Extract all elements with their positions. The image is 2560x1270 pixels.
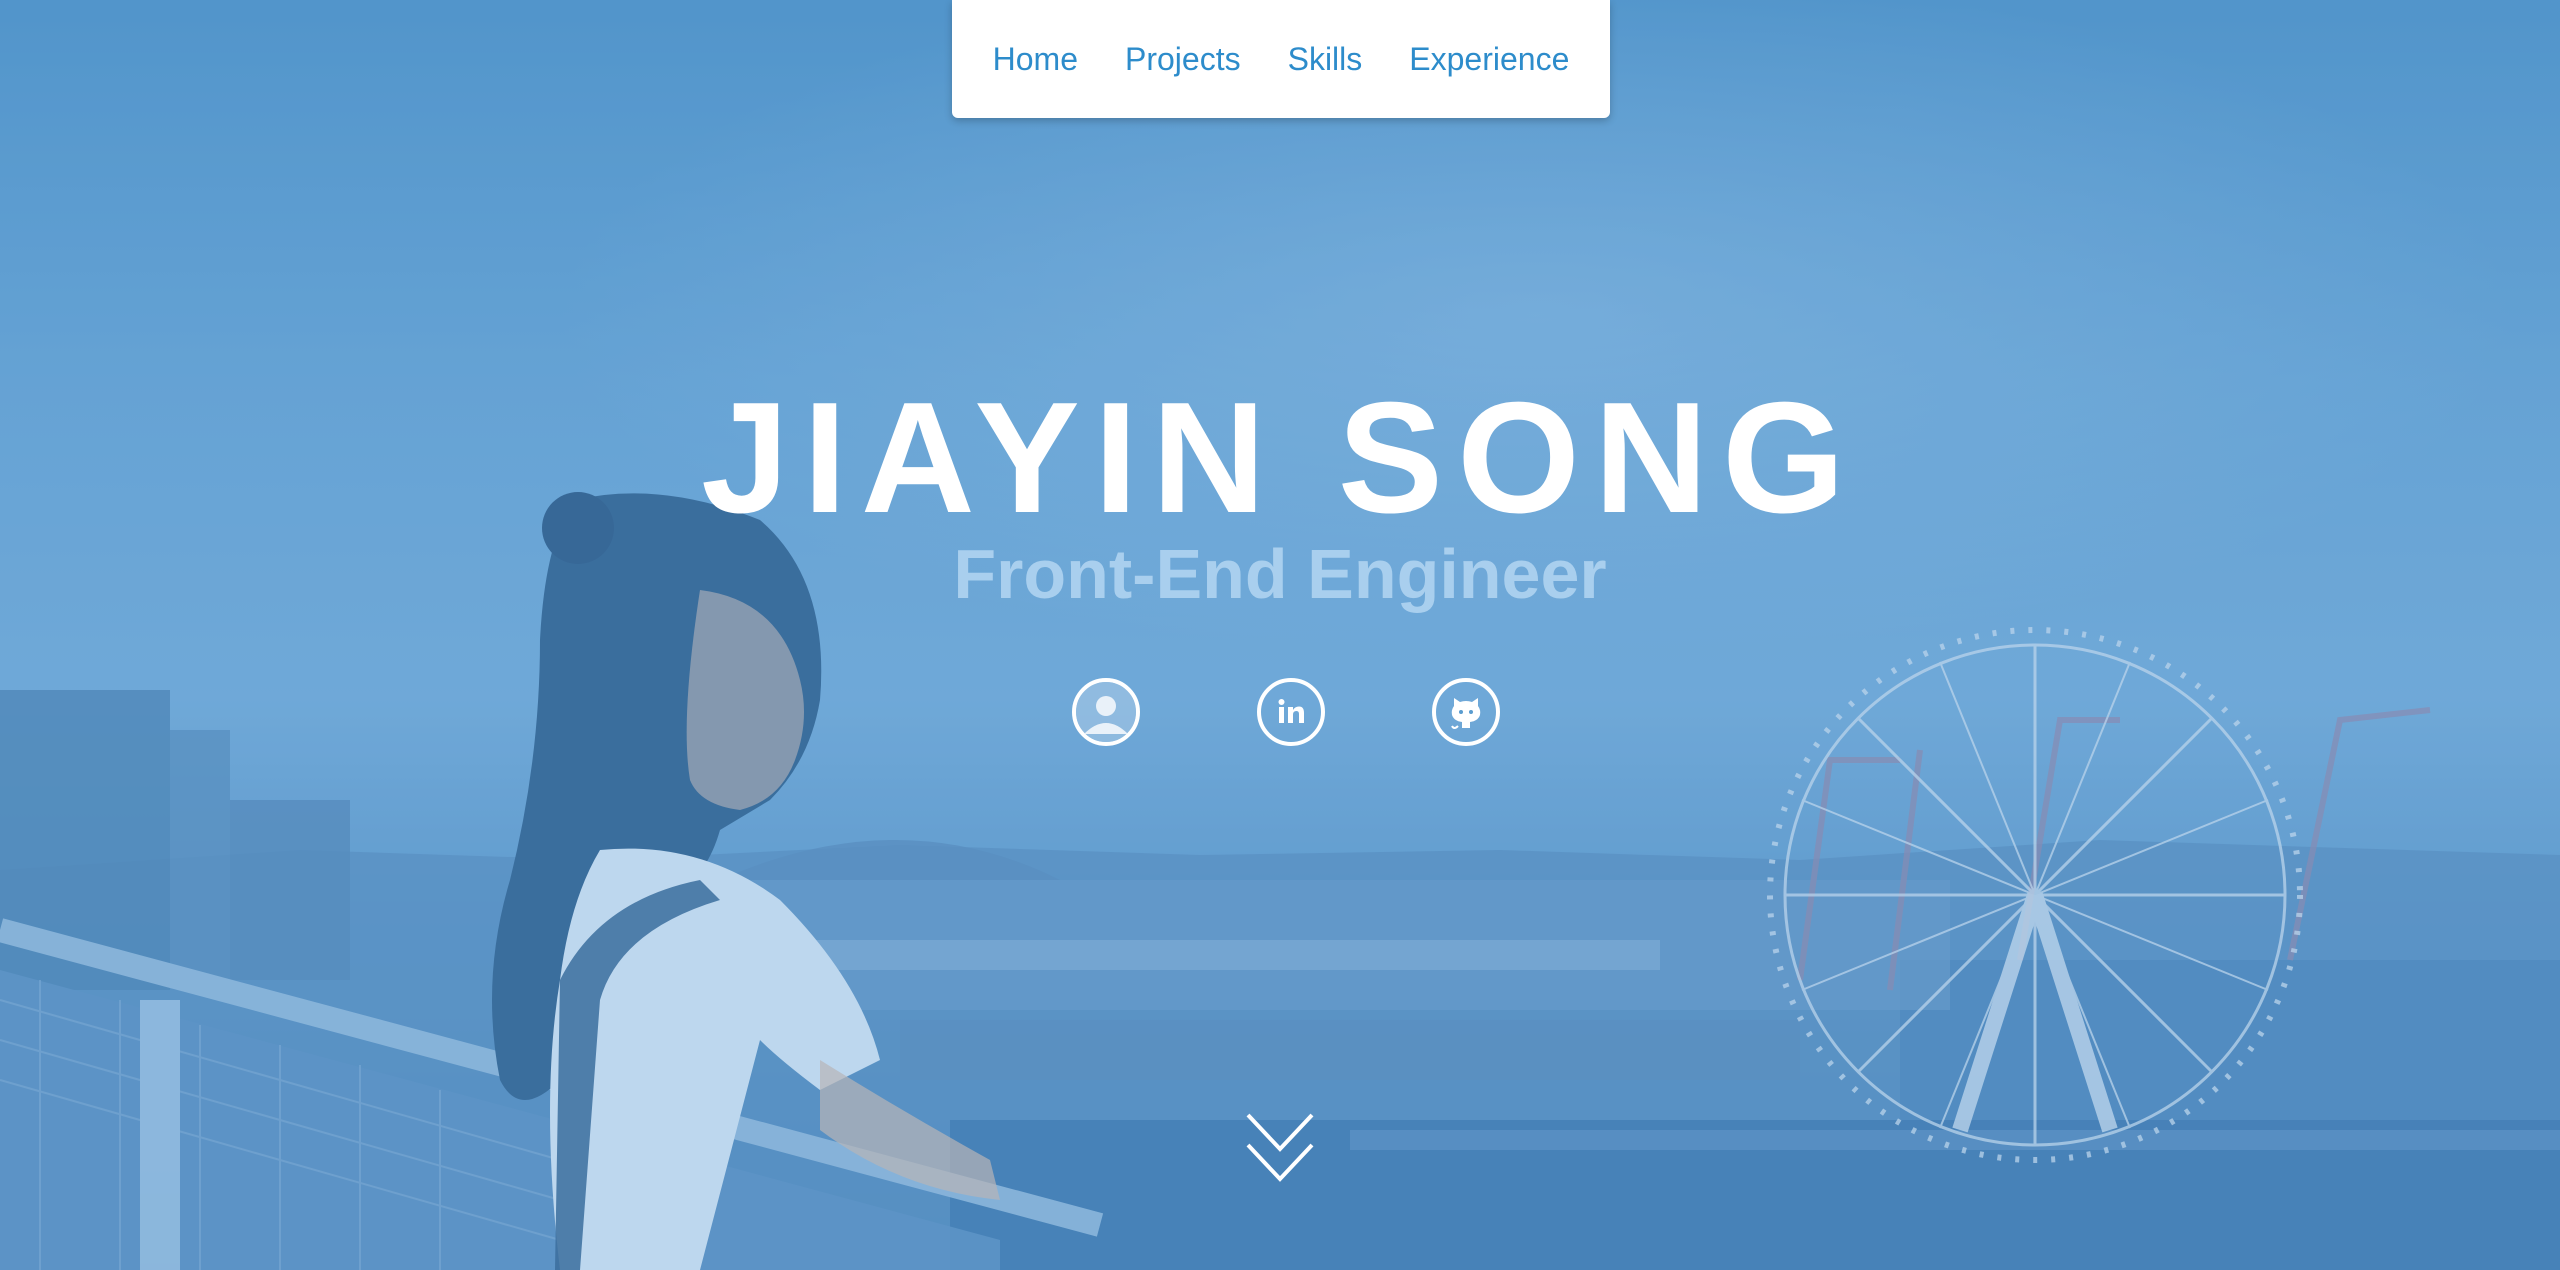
top-navigation: Home Projects Skills Experience bbox=[952, 0, 1610, 118]
double-chevron-down-icon[interactable] bbox=[1245, 1112, 1315, 1184]
profile-link[interactable] bbox=[1072, 678, 1140, 746]
hero-role: Front-End Engineer bbox=[953, 535, 1607, 613]
profile-icon bbox=[1076, 682, 1136, 742]
background-photo bbox=[0, 0, 2560, 1270]
hero-section: Home Projects Skills Experience JIAYIN S… bbox=[0, 0, 2560, 1270]
nav-skills-link[interactable]: Skills bbox=[1288, 41, 1363, 78]
github-icon bbox=[1451, 698, 1481, 729]
linkedin-icon bbox=[1278, 699, 1304, 723]
nav-home-link[interactable]: Home bbox=[993, 41, 1078, 78]
nav-experience-link[interactable]: Experience bbox=[1409, 41, 1569, 78]
nav-projects-link[interactable]: Projects bbox=[1125, 41, 1241, 78]
github-link[interactable] bbox=[1432, 678, 1500, 746]
hero-name: JIAYIN SONG bbox=[701, 370, 1859, 546]
linkedin-link[interactable] bbox=[1257, 678, 1325, 746]
